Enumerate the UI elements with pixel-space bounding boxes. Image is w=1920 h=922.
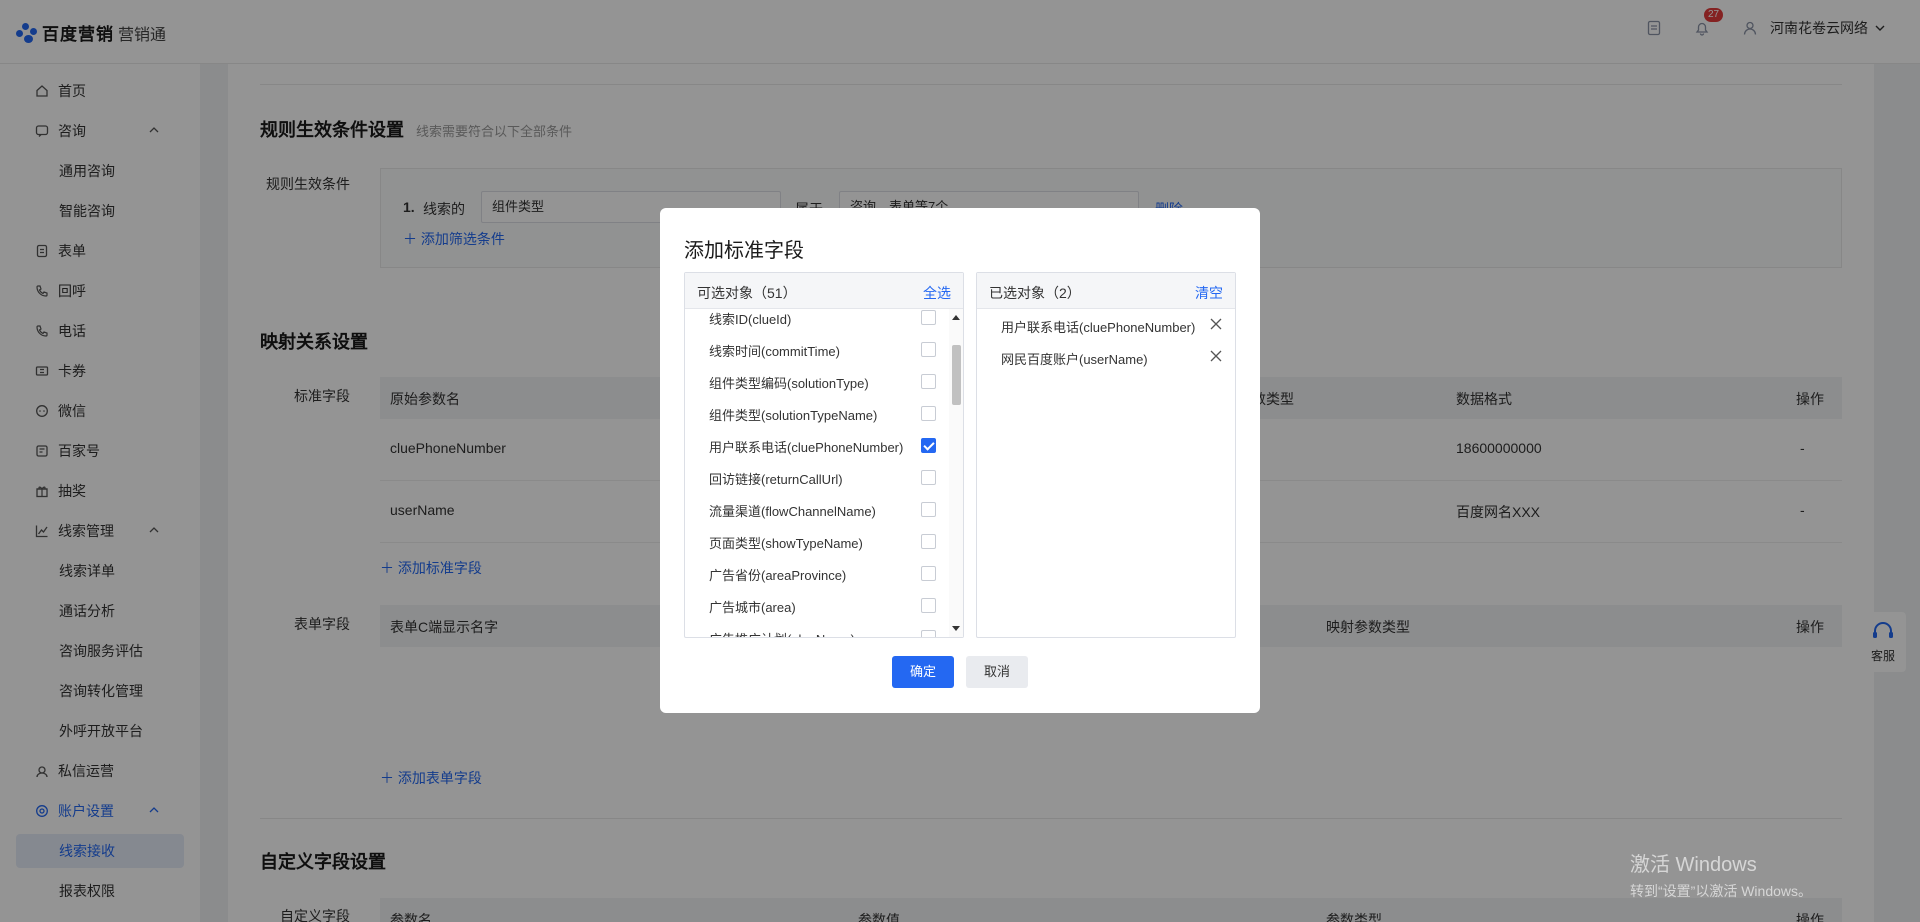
- list-item[interactable]: 用户联系电话(cluePhoneNumber): [685, 429, 963, 461]
- selected-list: 用户联系电话(cluePhoneNumber) 网民百度账户(userName): [977, 309, 1235, 373]
- add-standard-field-dialog: 添加标准字段 可选对象（51） 全选 线索ID(clueId) 线索时间(com…: [660, 208, 1260, 713]
- option-checkbox[interactable]: [921, 470, 936, 485]
- option-label: 广告省份(areaProvince): [709, 568, 847, 583]
- option-checkbox[interactable]: [921, 534, 936, 549]
- list-item[interactable]: 组件类型(solutionTypeName): [685, 397, 963, 429]
- clear-link[interactable]: 清空: [1195, 283, 1223, 303]
- selected-panel: 已选对象（2） 清空 用户联系电话(cluePhoneNumber) 网民百度账…: [976, 272, 1236, 638]
- option-checkbox[interactable]: [921, 566, 936, 581]
- option-label: 线索时间(commitTime): [709, 344, 840, 359]
- option-label: 线索ID(clueId): [709, 312, 792, 327]
- watermark-subtitle: 转到“设置”以激活 Windows。: [1630, 883, 1813, 899]
- dialog-title: 添加标准字段: [684, 240, 804, 262]
- option-label: 用户联系电话(cluePhoneNumber): [709, 440, 904, 455]
- option-checkbox[interactable]: [921, 630, 936, 637]
- option-checkbox[interactable]: [921, 342, 936, 357]
- scroll-thumb[interactable]: [952, 345, 961, 405]
- available-panel: 可选对象（51） 全选 线索ID(clueId) 线索时间(commitTime…: [684, 272, 964, 638]
- option-checkbox[interactable]: [921, 502, 936, 517]
- list-item: 用户联系电话(cluePhoneNumber): [977, 309, 1235, 341]
- list-item[interactable]: 广告城市(area): [685, 589, 963, 621]
- option-checkbox[interactable]: [921, 310, 936, 325]
- list-item[interactable]: 线索ID(clueId): [685, 309, 963, 333]
- scroll-up-arrow-icon[interactable]: [952, 315, 960, 320]
- option-label: 组件类型编码(solutionType): [709, 376, 869, 391]
- selected-count-title: 已选对象（2）: [989, 285, 1081, 301]
- list-scrollbar[interactable]: [949, 309, 963, 637]
- option-label: 页面类型(showTypeName): [709, 536, 863, 551]
- confirm-button[interactable]: 确定: [892, 656, 954, 688]
- list-item[interactable]: 广告省份(areaProvince): [685, 557, 963, 589]
- option-label: 广告推广计划(planName): [709, 629, 855, 637]
- selected-panel-header: 已选对象（2） 清空: [977, 273, 1235, 309]
- option-checkbox[interactable]: [921, 406, 936, 421]
- option-label: 回访链接(returnCallUrl): [709, 472, 843, 487]
- list-item[interactable]: 页面类型(showTypeName): [685, 525, 963, 557]
- cancel-button[interactable]: 取消: [966, 656, 1028, 688]
- select-all-link[interactable]: 全选: [923, 283, 951, 303]
- list-item[interactable]: 广告推广计划(planName): [685, 621, 963, 637]
- list-item[interactable]: 流量渠道(flowChannelName): [685, 493, 963, 525]
- watermark-title: 激活 Windows: [1630, 854, 1757, 876]
- option-label: 流量渠道(flowChannelName): [709, 504, 876, 519]
- available-count-title: 可选对象（51）: [697, 285, 797, 301]
- list-item[interactable]: 回访链接(returnCallUrl): [685, 461, 963, 493]
- close-icon[interactable]: [1209, 349, 1223, 363]
- list-item[interactable]: 组件类型编码(solutionType): [685, 365, 963, 397]
- selected-label: 用户联系电话(cluePhoneNumber): [1001, 320, 1196, 335]
- selected-label: 网民百度账户(userName): [1001, 352, 1148, 367]
- option-checkbox-checked[interactable]: [921, 438, 936, 453]
- scroll-down-arrow-icon[interactable]: [952, 626, 960, 631]
- option-checkbox[interactable]: [921, 598, 936, 613]
- windows-activation-watermark: 激活 Windows 转到“设置”以激活 Windows。: [1630, 848, 1812, 901]
- available-list[interactable]: 线索ID(clueId) 线索时间(commitTime) 组件类型编码(sol…: [685, 309, 963, 637]
- list-item: 网民百度账户(userName): [977, 341, 1235, 373]
- available-panel-header: 可选对象（51） 全选: [685, 273, 963, 309]
- list-item[interactable]: 线索时间(commitTime): [685, 333, 963, 365]
- option-checkbox[interactable]: [921, 374, 936, 389]
- option-label: 组件类型(solutionTypeName): [709, 408, 878, 423]
- option-label: 广告城市(area): [709, 600, 796, 615]
- close-icon[interactable]: [1209, 317, 1223, 331]
